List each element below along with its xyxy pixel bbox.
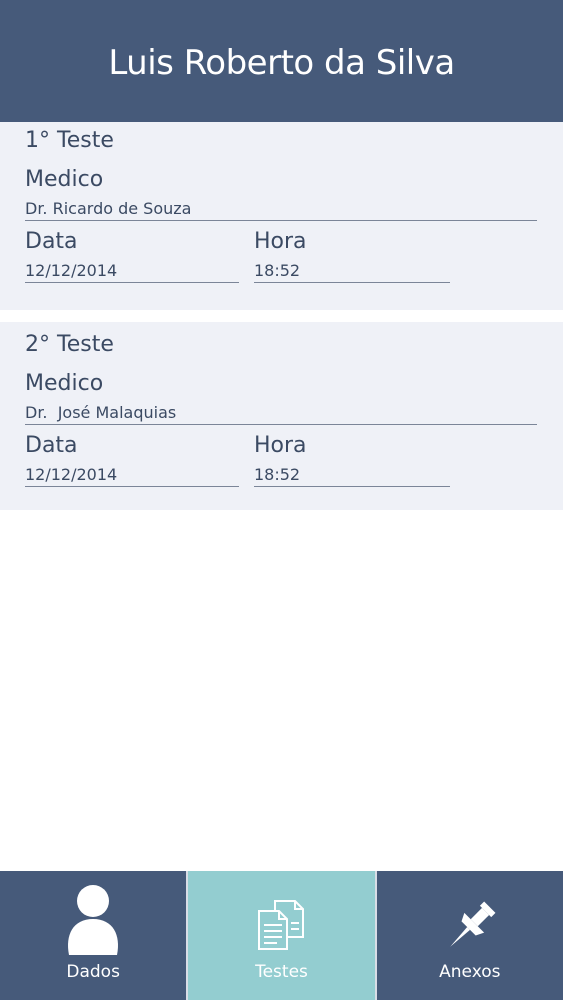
tab-testes[interactable]: Testes	[188, 871, 377, 1000]
hora-field[interactable]: 18:52	[254, 465, 450, 487]
tab-label: Anexos	[439, 962, 501, 982]
hora-label: Hora	[254, 433, 307, 458]
hora-label: Hora	[254, 229, 307, 254]
test-card[interactable]: 1° Teste Medico Dr. Ricardo de Souza Dat…	[0, 122, 563, 310]
test-title: 2° Teste	[25, 332, 114, 357]
data-label: Data	[25, 229, 78, 254]
bottom-tab-bar: Dados Testes Anexos	[0, 871, 563, 1000]
medico-label: Medico	[25, 371, 104, 396]
test-card[interactable]: 2° Teste Medico Dr. José Malaquias Data …	[0, 322, 563, 510]
person-icon	[68, 885, 119, 955]
data-field[interactable]: 12/12/2014	[25, 261, 239, 283]
medico-field[interactable]: Dr. José Malaquias	[25, 403, 537, 425]
hora-field[interactable]: 18:52	[254, 261, 450, 283]
data-field[interactable]: 12/12/2014	[25, 465, 239, 487]
tab-anexos[interactable]: Anexos	[376, 871, 563, 1000]
documents-icon	[258, 900, 305, 950]
tab-dados[interactable]: Dados	[0, 871, 189, 1000]
test-title: 1° Teste	[25, 128, 114, 153]
patient-name: Luis Roberto da Silva	[108, 43, 455, 83]
app-header: Luis Roberto da Silva	[0, 0, 563, 122]
pushpin-icon	[450, 901, 496, 947]
medico-label: Medico	[25, 167, 104, 192]
medico-field[interactable]: Dr. Ricardo de Souza	[25, 199, 537, 221]
tab-label: Dados	[66, 962, 120, 982]
tab-label: Testes	[255, 962, 308, 982]
data-label: Data	[25, 433, 78, 458]
